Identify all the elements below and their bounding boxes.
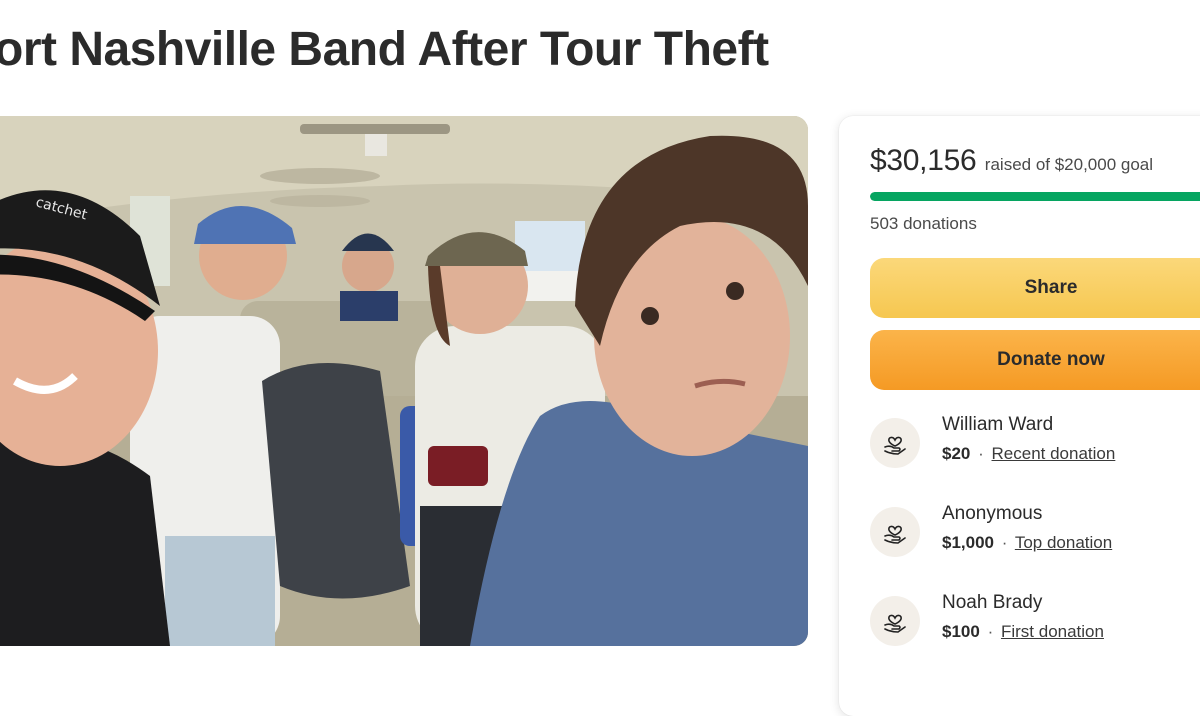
donor-tag-link[interactable]: Recent donation (992, 444, 1116, 463)
separator-dot: · (978, 444, 984, 463)
donor-item: Anonymous $1,000 · Top donation (870, 503, 1200, 563)
campaign-hero-image: catchet (0, 116, 808, 646)
donor-item: Noah Brady $100 · First donation (870, 592, 1200, 652)
donor-name: William Ward (942, 414, 1054, 435)
separator-dot: · (1001, 533, 1008, 552)
heart-hand-icon (870, 596, 920, 646)
donor-amount: $20 (942, 444, 971, 463)
donor-name: Noah Brady (942, 592, 1043, 613)
donor-amount: $1,000 (942, 533, 994, 552)
band-photo-image: catchet (0, 116, 808, 646)
donate-now-button[interactable]: Donate now (870, 330, 1200, 390)
donor-item: William Ward $20 · Recent donation (870, 414, 1200, 474)
donor-amount: $100 (942, 622, 980, 641)
amount-line: $30,156 raised of $20,000 goal (870, 144, 1153, 178)
donor-meta: $100 · First donation (942, 622, 1104, 642)
share-button[interactable]: Share (870, 258, 1200, 318)
goal-text: raised of $20,000 goal (984, 155, 1154, 174)
donation-count: 503 donations (870, 214, 977, 233)
amount-raised: $30,156 (870, 144, 977, 177)
progress-fill (870, 192, 1200, 201)
donor-meta: $1,000 · Top donation (942, 533, 1112, 553)
donor-tag-link[interactable]: First donation (1001, 622, 1104, 641)
heart-hand-icon (870, 418, 920, 468)
campaign-title: ort Nashville Band After Tour Theft (0, 23, 769, 76)
donation-sidebar: $30,156 raised of $20,000 goal 503 donat… (839, 116, 1200, 716)
heart-hand-icon (870, 507, 920, 557)
donor-meta: $20 · Recent donation (942, 444, 1115, 464)
donor-tag-link[interactable]: Top donation (1015, 533, 1112, 552)
progress-bar (870, 192, 1200, 201)
donor-name: Anonymous (942, 503, 1043, 524)
separator-dot: · (987, 622, 994, 641)
